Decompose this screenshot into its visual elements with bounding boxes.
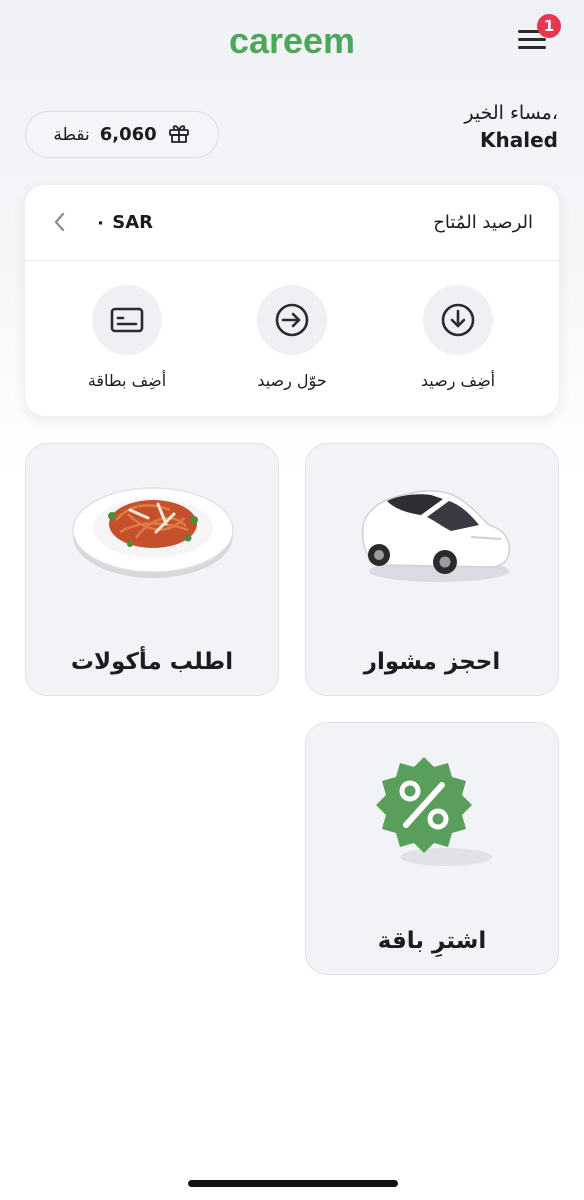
points-unit: نقطة [53, 124, 90, 145]
percent-badge-icon [366, 753, 496, 877]
greeting: مساء الخير، Khaled [464, 102, 558, 152]
balance-card: الرصيد المُتاح ٠ SAR أضِف رصيد حوّل رصيد [25, 185, 559, 416]
buy-package-tile[interactable]: اشترِ باقة [305, 722, 559, 975]
add-card-button[interactable]: أضِف بطاقة [52, 285, 202, 395]
card-icon [110, 307, 144, 333]
book-ride-tile[interactable]: احجز مشوار [305, 443, 559, 696]
car-icon [351, 469, 516, 598]
chevron-left-icon[interactable] [49, 211, 71, 233]
add-card-label: أضِف بطاقة [87, 371, 167, 390]
logo-text: careem [229, 20, 355, 60]
order-food-label: اطلب مأكولات [70, 649, 234, 675]
add-balance-label: أضِف رصيد [420, 371, 496, 390]
add-balance-button[interactable]: أضِف رصيد [383, 285, 533, 395]
transfer-balance-button[interactable]: حوّل رصيد [217, 285, 367, 395]
balance-title: الرصيد المُتاح [433, 212, 533, 233]
careem-logo: careem [0, 20, 584, 64]
food-plate-icon [70, 474, 236, 588]
balance-amount[interactable]: ٠ SAR [95, 212, 153, 233]
notification-badge: 1 [537, 14, 561, 38]
book-ride-label: احجز مشوار [363, 649, 501, 675]
order-food-tile[interactable]: اطلب مأكولات [25, 443, 279, 696]
user-name: Khaled [480, 128, 558, 152]
arrow-right-circle-icon [275, 303, 309, 337]
points-pill[interactable]: نقطة 6,060 [25, 111, 219, 158]
transfer-balance-label: حوّل رصيد [257, 371, 327, 390]
download-circle-icon [441, 303, 475, 337]
buy-package-label: اشترِ باقة [377, 928, 487, 954]
points-value: 6,060 [99, 124, 157, 145]
greeting-line: مساء الخير، [464, 102, 558, 124]
home-indicator [188, 1180, 398, 1187]
card-divider [25, 260, 559, 261]
gift-icon [167, 121, 191, 149]
